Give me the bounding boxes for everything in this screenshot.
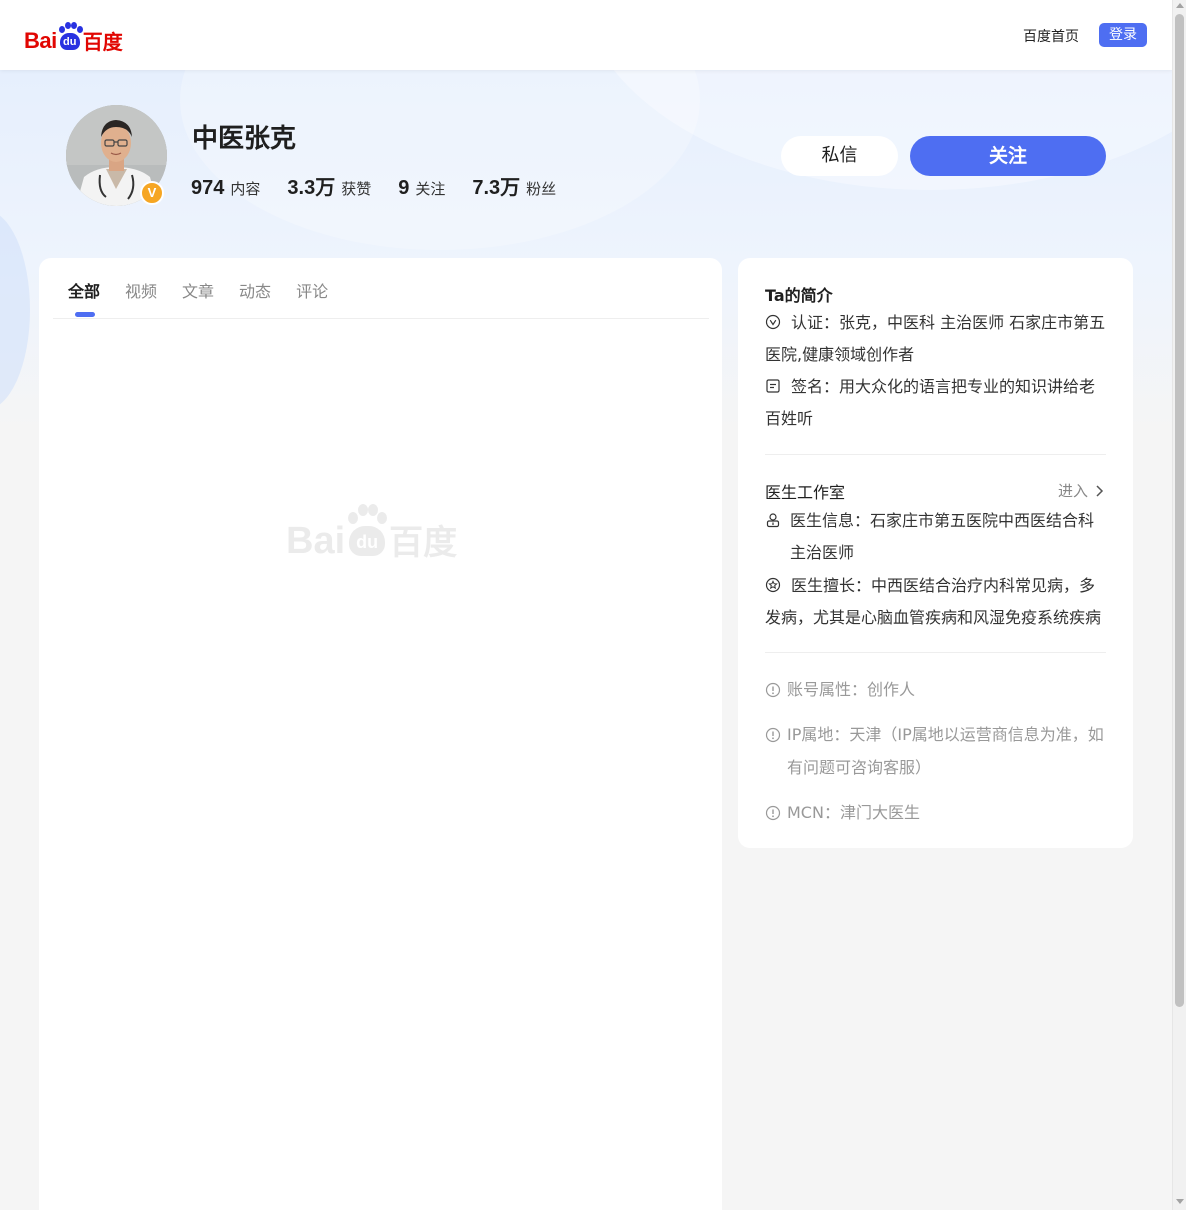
placeholder-logo-cn: 百度 [389,523,458,563]
profile-name: 中医张克 [192,124,297,154]
baidu-logo[interactable]: Bai du 百度 [24,18,123,52]
loading-placeholder-logo: Bai du 百度 [286,504,457,560]
info-icon [765,727,781,743]
stat-likes: 3.3万 获赞 [287,171,371,200]
content-card: 全部 视频 文章 动态 评论 Bai du 百度 [39,258,722,1210]
intro-card: Ta的简介 认证：张克，中医科 主治医师 石家庄市第五医院,健康领域创作者 签名… [738,258,1133,848]
certification-text: 认证：张克，中医科 主治医师 石家庄市第五医院,健康领域创作者 [765,313,1106,364]
logo-text-cn: 百度 [82,30,123,54]
logo-text-latin: Bai [24,28,57,53]
ip-location-text: IP属地：天津（IP属地以运营商信息为准，如有问题可咨询客服） [787,725,1104,777]
scroll-up-arrow-icon[interactable] [1176,3,1184,8]
tab-divider [53,318,709,319]
signature-row: 签名：用大众化的语言把专业的知识讲给老百姓听 [765,371,1110,435]
tab-all[interactable]: 全部 [68,278,100,317]
scroll-down-arrow-icon[interactable] [1176,1199,1184,1204]
stat-value: 9 [398,177,410,199]
stat-value: 3.3万 [287,177,336,199]
stat-value: 7.3万 [472,177,521,199]
mcn-text: MCN：津门大医生 [787,803,920,822]
tab-video[interactable]: 视频 [125,278,157,301]
doctor-specialty-text: 医生擅长：中西医结合治疗内科常见病，多发病，尤其是心脑血管疾病和风湿免疫系统疾病 [765,576,1102,627]
note-icon [766,379,780,393]
info-icon [765,805,781,821]
placeholder-logo-latin: Bai [286,520,346,562]
top-navigation-bar: Bai du 百度 百度首页 登录 [0,0,1172,70]
verified-circle-icon [765,314,781,330]
placeholder-logo-paw: du [349,526,386,556]
stat-label: 内容 [230,180,261,198]
follow-button[interactable]: 关注 [910,136,1106,176]
studio-enter-link[interactable]: 进入 [1058,480,1106,501]
verified-badge-icon: V [140,181,164,205]
stat-label: 粉丝 [526,180,557,198]
certification-row: 认证：张克，中医科 主治医师 石家庄市第五医院,健康领域创作者 [765,307,1110,371]
doctor-info-text: 医生信息：石家庄市第五医院中西医结合科 主治医师 [790,511,1095,562]
stat-label: 关注 [415,180,446,198]
baidu-home-link[interactable]: 百度首页 [1023,26,1079,46]
studio-title: 医生工作室 [765,483,846,502]
content-tabs: 全部 视频 文章 动态 评论 [68,278,353,317]
ip-location-row: IP属地：天津（IP属地以运营商信息为准，如有问题可咨询客服） [765,718,1110,784]
placeholder-paw-icon: du [346,504,388,560]
stat-content[interactable]: 974 内容 [191,177,260,200]
intro-title: Ta的简介 [765,286,833,305]
section-divider [765,454,1106,455]
stat-value: 974 [191,177,225,199]
logo-text-paw: du [59,33,80,50]
stat-following[interactable]: 9 关注 [398,177,445,200]
tab-comment[interactable]: 评论 [296,278,328,301]
private-message-button[interactable]: 私信 [781,136,898,176]
signature-text: 签名：用大众化的语言把专业的知识讲给老百姓听 [765,377,1096,428]
tab-article[interactable]: 文章 [182,278,214,301]
enter-label: 进入 [1058,482,1089,500]
stat-label: 获赞 [341,180,372,198]
tab-dynamic[interactable]: 动态 [239,278,271,301]
vertical-scrollbar[interactable] [1172,0,1186,1210]
paw-icon: du [58,22,83,52]
info-icon [765,682,781,698]
star-circle-icon [765,577,781,593]
account-type-row: 账号属性：创作人 [765,673,1110,706]
profile-stats: 974 内容 3.3万 获赞 9 关注 7.3万 粉丝 [191,171,583,200]
chevron-right-icon [1096,484,1104,497]
doctor-info-row: 医生信息：石家庄市第五医院中西医结合科 主治医师 [765,505,1110,569]
doctor-specialty-row: 医生擅长：中西医结合治疗内科常见病，多发病，尤其是心脑血管疾病和风湿免疫系统疾病 [765,570,1110,634]
doctor-badge-icon [766,513,780,528]
account-type-text: 账号属性：创作人 [787,680,916,699]
mcn-row: MCN：津门大医生 [765,796,1110,829]
login-button[interactable]: 登录 [1099,23,1147,47]
stat-fans[interactable]: 7.3万 粉丝 [472,171,556,200]
scrollbar-thumb[interactable] [1175,14,1184,1007]
section-divider [765,652,1106,653]
